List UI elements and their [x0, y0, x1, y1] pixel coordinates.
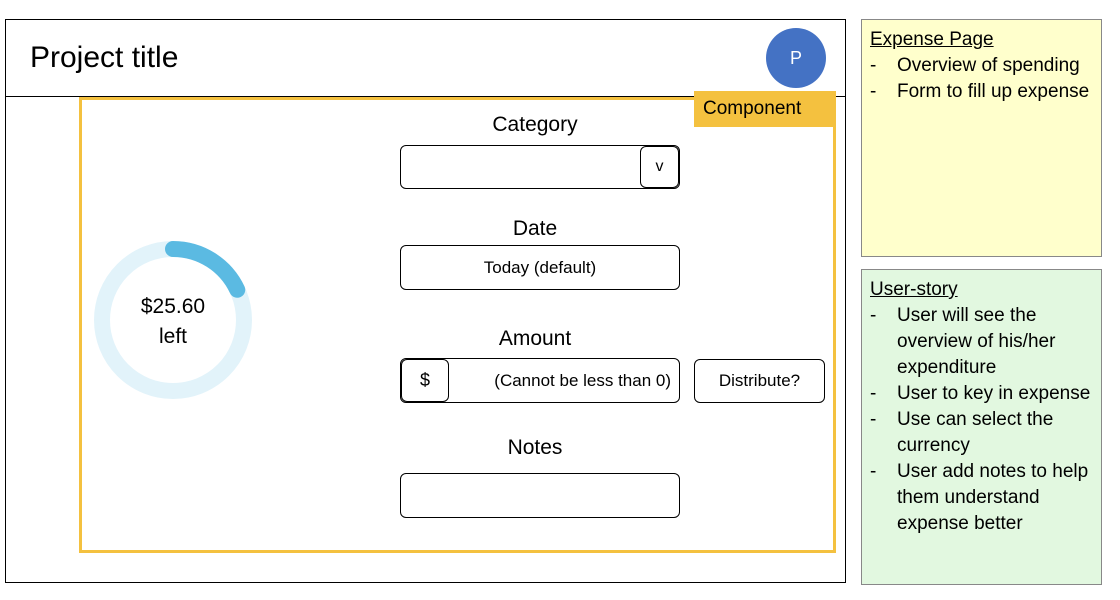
currency-selector[interactable]: $ [401, 359, 449, 402]
amount-field[interactable]: $ (Cannot be less than 0) [400, 358, 680, 403]
amount-placeholder: (Cannot be less than 0) [494, 370, 671, 390]
date-field[interactable]: Today (default) [400, 245, 680, 290]
expense-page-note-title: Expense Page [870, 29, 994, 50]
expense-page-note-list: Overview of spending Form to fill up exp… [870, 53, 1093, 105]
user-story-note: User-story User will see the overview of… [861, 269, 1102, 585]
list-item: Form to fill up expense [870, 79, 1093, 105]
category-select[interactable]: v [400, 145, 680, 189]
date-label: Date [512, 217, 558, 240]
category-label: Category [492, 113, 578, 136]
avatar[interactable]: P [766, 28, 826, 88]
budget-left-label: left [158, 325, 187, 348]
list-item: User will see the overview of his/her ex… [870, 303, 1093, 381]
list-item: User to key in expense [870, 381, 1093, 407]
date-value: Today (default) [483, 257, 597, 277]
expense-page-note: Expense Page Overview of spending Form t… [861, 19, 1102, 257]
list-item: Overview of spending [870, 53, 1093, 79]
page-title: Project title [30, 41, 179, 74]
distribute-button[interactable]: Distribute? [694, 359, 825, 403]
list-item: Use can select the currency [870, 407, 1093, 459]
budget-amount: $25.60 [140, 295, 206, 318]
notes-field[interactable] [400, 473, 680, 518]
component-tag: Component [694, 91, 836, 127]
app-header: Project title P [5, 19, 846, 97]
notes-label: Notes [507, 436, 563, 459]
amount-label: Amount [498, 327, 572, 350]
user-story-note-list: User will see the overview of his/her ex… [870, 303, 1093, 537]
budget-remaining: $25.60 left [91, 292, 255, 352]
chevron-down-icon[interactable]: v [640, 146, 679, 188]
user-story-note-title: User-story [870, 279, 958, 300]
list-item: User add notes to help them understand e… [870, 459, 1093, 537]
budget-ring-progress [165, 241, 246, 298]
